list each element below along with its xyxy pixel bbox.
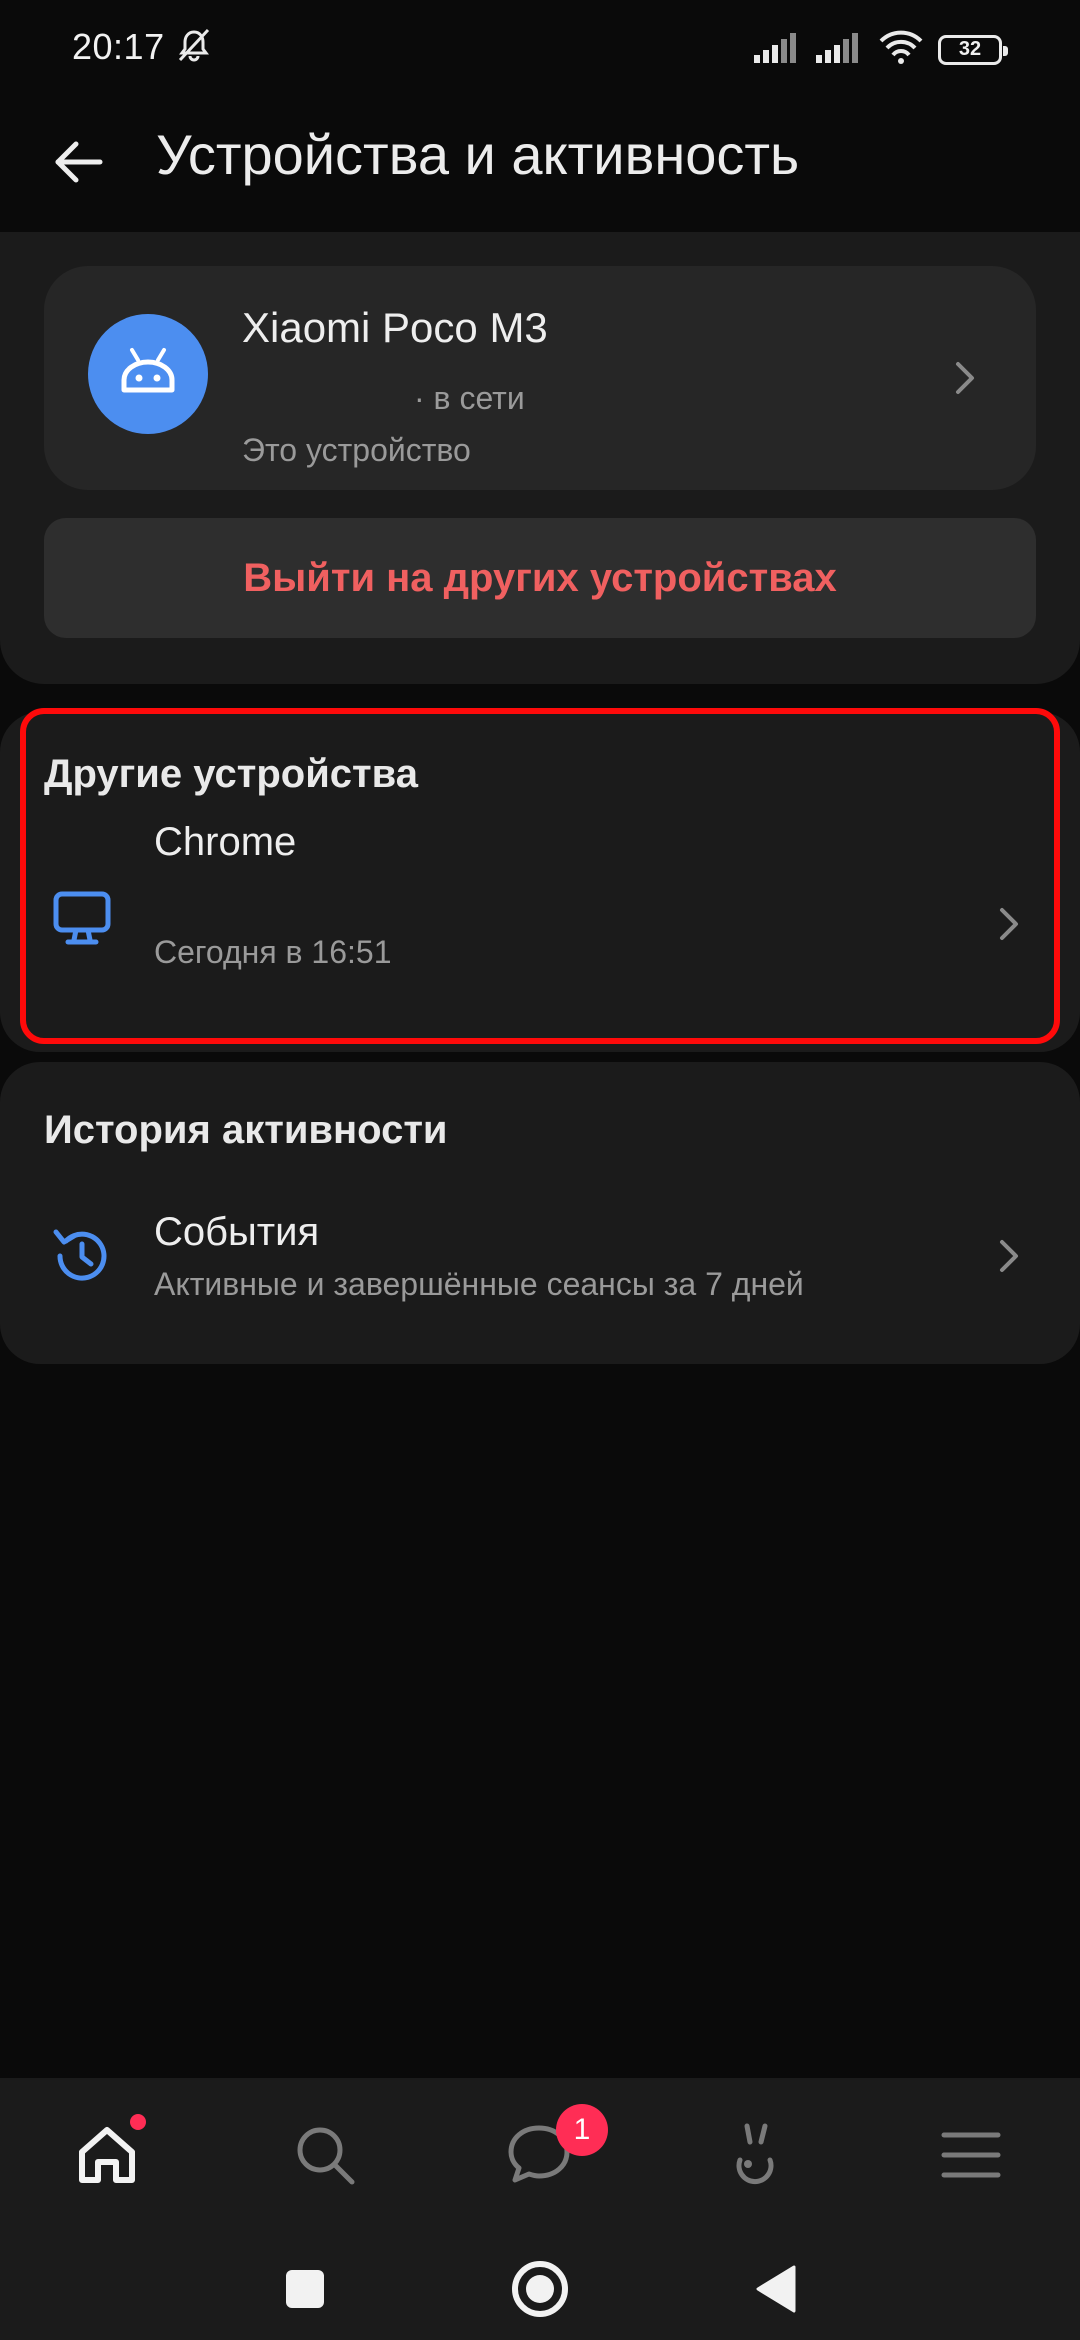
home-icon [79,2127,135,2183]
battery-icon: 32 [938,34,1008,65]
nav-home[interactable] [62,2110,152,2200]
page-title: Устройства и активность [156,123,800,186]
events-title: События [154,1210,320,1254]
search-icon [297,2127,355,2185]
events-subtitle: Активные и завершённые сеансы за 7 дней [154,1266,804,1302]
nav-messages[interactable]: 1 [494,2104,608,2200]
status-time: 20:17 [72,26,165,67]
current-device-card[interactable]: Xiaomi Poco M3 · в сети Это устройство [44,266,1036,490]
circle-icon [512,2261,568,2317]
mute-bell-icon [174,26,214,71]
logout-other-devices-button[interactable]: Выйти на других устройствах [44,518,1036,638]
home-system-button[interactable] [505,2254,575,2324]
back-button[interactable] [46,130,110,194]
signal-icon [816,31,864,68]
activity-history-panel: История активности События Активные и за… [0,1062,1080,1364]
android-icon [88,314,208,434]
wifi-icon [878,30,924,69]
highlight-frame [20,708,1060,1044]
battery-level: 32 [958,38,982,60]
device-online-status: · в сети [414,380,525,416]
activity-history-title: История активности [44,1108,448,1152]
device-name: Xiaomi Poco M3 [242,304,548,351]
chevron-right-icon [990,1238,1026,1274]
nav-clips[interactable] [710,2110,800,2200]
chevron-right-icon [946,360,982,396]
back-system-button[interactable] [740,2254,810,2324]
messages-badge: 1 [556,2104,608,2156]
clips-icon [736,2123,774,2184]
app-header: Устройства и активность [0,110,1080,210]
square-icon [286,2270,324,2308]
nav-menu[interactable] [926,2110,1016,2200]
triangle-back-icon [756,2265,796,2313]
bottom-navigation: 1 [0,2078,1080,2340]
device-subtitle: Это устройство [242,432,471,468]
arrow-left-icon [55,141,103,183]
signal-icon [754,31,802,68]
status-icons: 32 [754,30,1008,69]
events-row[interactable]: События Активные и завершённые сеансы за… [0,1210,1080,1342]
current-device-panel: Xiaomi Poco M3 · в сети Это устройство В… [0,232,1080,684]
nav-search[interactable] [280,2110,370,2200]
recent-apps-button[interactable] [270,2254,340,2324]
history-icon [46,1220,118,1292]
status-bar: 20:17 32 [0,0,1080,100]
notification-dot [130,2114,146,2130]
menu-icon [941,2132,1001,2178]
